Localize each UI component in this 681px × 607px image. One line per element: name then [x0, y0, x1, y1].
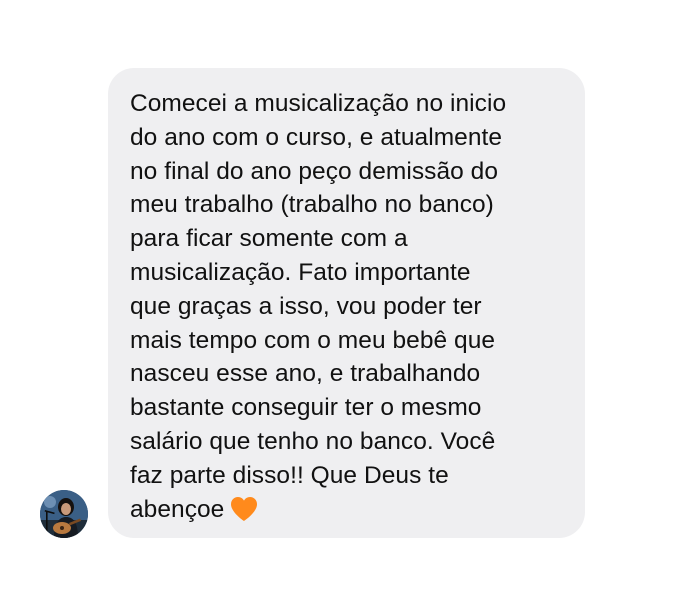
message-line: salário que tenho no banco. Você [130, 427, 496, 455]
message-line: mais tempo com o meu bebê que [130, 326, 496, 354]
message-line: faz parte disso!! Que Deus te [130, 461, 449, 489]
message-thread: Comecei a musicalização no inicio do ano… [0, 0, 681, 607]
message-line: do ano com o curso, e atualmente [130, 123, 503, 151]
message-line: nasceu esse ano, e trabalhando [130, 360, 481, 388]
message-line: que graças a isso, vou poder ter [130, 292, 482, 320]
message-line-last: abençoe [130, 493, 567, 532]
message-line-text: abençoe [130, 495, 225, 523]
message-bubble[interactable]: Comecei a musicalização no inicio do ano… [108, 68, 585, 538]
orange-heart-icon [230, 496, 258, 532]
profile-photo-avatar [40, 490, 88, 538]
message-line: meu trabalho (trabalho no banco) [130, 191, 494, 219]
message-line: Comecei a musicalização no inicio [130, 90, 507, 117]
message-line: para ficar somente com a [130, 225, 408, 253]
message-line: no final do ano peço demissão do [130, 157, 498, 185]
sender-avatar[interactable] [40, 490, 88, 538]
message-line: bastante conseguir ter o mesmo [130, 394, 482, 422]
message-line: musicalização. Fato importante [130, 258, 471, 286]
